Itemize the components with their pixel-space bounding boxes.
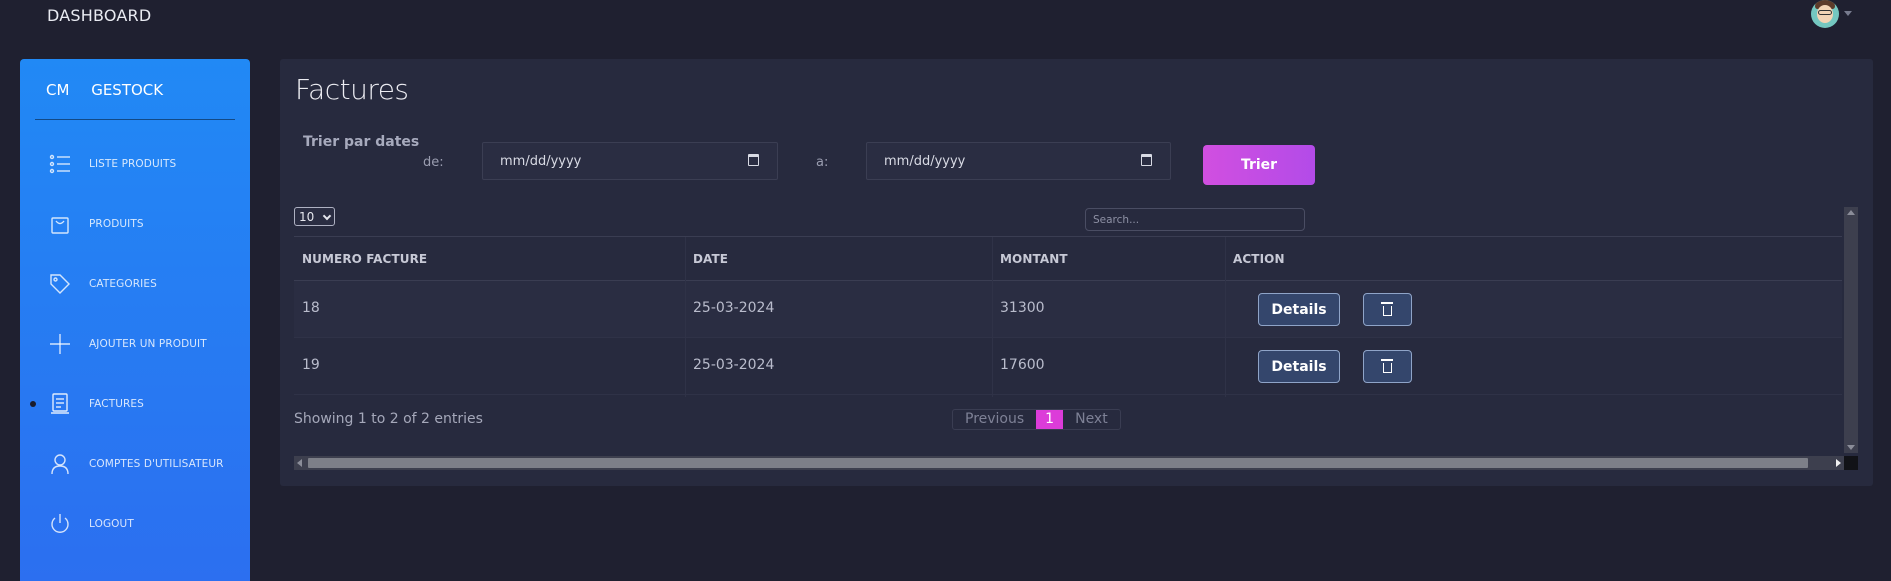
calendar-icon[interactable] [748, 154, 759, 166]
previous-page-button[interactable]: Previous [953, 410, 1036, 429]
sidebar-item-label: COMPTES D'UTILISATEUR [89, 458, 224, 470]
search-input[interactable]: Search... [1085, 208, 1305, 231]
column-header-montant[interactable]: MONTANT [1000, 252, 1068, 266]
cell-montant: 17600 [1000, 357, 1045, 373]
navbar-title[interactable]: DASHBOARD [47, 6, 151, 25]
to-date-label: a: [816, 155, 829, 170]
next-page-button[interactable]: Next [1063, 410, 1120, 429]
logo-mini: CM [46, 81, 70, 99]
plus-icon [48, 332, 72, 356]
page-length-select[interactable]: 10 [294, 207, 335, 226]
sidebar-item-label: AJOUTER UN PRODUIT [89, 338, 207, 350]
horizontal-scrollbar[interactable] [294, 456, 1844, 470]
bag-icon [48, 212, 72, 236]
trier-button[interactable]: Trier [1203, 145, 1315, 185]
table-row: 18 25-03-2024 31300 Details [294, 281, 1842, 338]
page-1-button[interactable]: 1 [1036, 410, 1064, 429]
cell-date: 25-03-2024 [693, 300, 775, 316]
sidebar-item-label: CATEGORIES [89, 278, 157, 290]
cell-date: 25-03-2024 [693, 357, 775, 373]
search-placeholder: Search... [1093, 213, 1140, 226]
receipt-icon [48, 392, 72, 416]
column-divider [992, 237, 993, 397]
column-divider [1225, 237, 1226, 397]
calendar-icon[interactable] [1141, 154, 1152, 166]
tag-icon [48, 272, 72, 296]
avatar-glasses [1818, 10, 1832, 15]
to-date-placeholder: mm/dd/yyyy [884, 153, 966, 169]
pagination: Previous 1 Next [952, 409, 1121, 430]
column-divider [685, 237, 686, 397]
cell-numero: 18 [302, 300, 320, 316]
sidebar-item-label: PRODUITS [89, 218, 144, 230]
scroll-right-icon[interactable] [1836, 459, 1841, 467]
power-icon [48, 512, 72, 536]
cell-numero: 19 [302, 357, 320, 373]
trash-icon [1381, 302, 1393, 316]
from-date-input[interactable]: mm/dd/yyyy [482, 142, 778, 180]
vertical-scrollbar[interactable] [1844, 207, 1858, 453]
user-icon [48, 452, 72, 476]
page-title: Factures [295, 73, 409, 106]
sidebar-item-label: FACTURES [89, 398, 144, 410]
trash-icon [1381, 359, 1393, 373]
main-card: Factures Trier par dates de: mm/dd/yyyy … [280, 59, 1873, 486]
cell-montant: 31300 [1000, 300, 1045, 316]
top-navbar: DASHBOARD [0, 0, 1891, 34]
details-button[interactable]: Details [1258, 293, 1340, 326]
table-row: 19 25-03-2024 17600 Details [294, 338, 1842, 395]
scroll-down-icon[interactable] [1847, 445, 1855, 450]
sidebar-item-categories[interactable]: CATEGORIES [20, 264, 250, 304]
details-button[interactable]: Details [1258, 350, 1340, 383]
sidebar-item-produits[interactable]: PRODUITS [20, 204, 250, 244]
sidebar-item-label: LISTE PRODUITS [89, 158, 177, 170]
filter-title: Trier par dates [303, 134, 420, 150]
delete-button[interactable] [1363, 350, 1412, 383]
page-length-value: 10 [299, 209, 315, 224]
sidebar-divider [35, 119, 235, 120]
from-date-label: de: [423, 155, 444, 170]
from-date-placeholder: mm/dd/yyyy [500, 153, 582, 169]
column-header-numero[interactable]: NUMERO FACTURE [302, 252, 427, 266]
sidebar-item-ajouter-produit[interactable]: AJOUTER UN PRODUIT [20, 324, 250, 364]
logo-text: GESTOCK [91, 81, 164, 99]
active-indicator [30, 401, 36, 407]
to-date-input[interactable]: mm/dd/yyyy [866, 142, 1171, 180]
table-header: NUMERO FACTURE DATE MONTANT ACTION [294, 237, 1842, 281]
sidebar-item-factures[interactable]: FACTURES [20, 384, 250, 424]
sidebar-item-liste-produits[interactable]: LISTE PRODUITS [20, 144, 250, 184]
scrollbar-corner [1844, 456, 1858, 470]
user-avatar[interactable] [1811, 0, 1839, 28]
column-header-date[interactable]: DATE [693, 252, 728, 266]
column-header-action[interactable]: ACTION [1233, 252, 1285, 266]
chevron-down-icon [322, 211, 332, 221]
chevron-down-icon[interactable] [1844, 11, 1852, 16]
sidebar: CM GESTOCK LISTE PRODUITS PRODUITS CATEG… [20, 59, 250, 581]
scroll-left-icon[interactable] [297, 459, 302, 467]
scrollbar-thumb[interactable] [308, 458, 1808, 468]
scroll-up-icon[interactable] [1847, 210, 1855, 215]
sidebar-item-label: LOGOUT [89, 518, 134, 530]
sidebar-logo[interactable]: CM GESTOCK [46, 81, 163, 99]
delete-button[interactable] [1363, 293, 1412, 326]
list-icon [48, 152, 72, 176]
table-info: Showing 1 to 2 of 2 entries [294, 411, 483, 427]
sidebar-item-comptes[interactable]: COMPTES D'UTILISATEUR [20, 444, 250, 484]
sidebar-item-logout[interactable]: LOGOUT [20, 504, 250, 544]
